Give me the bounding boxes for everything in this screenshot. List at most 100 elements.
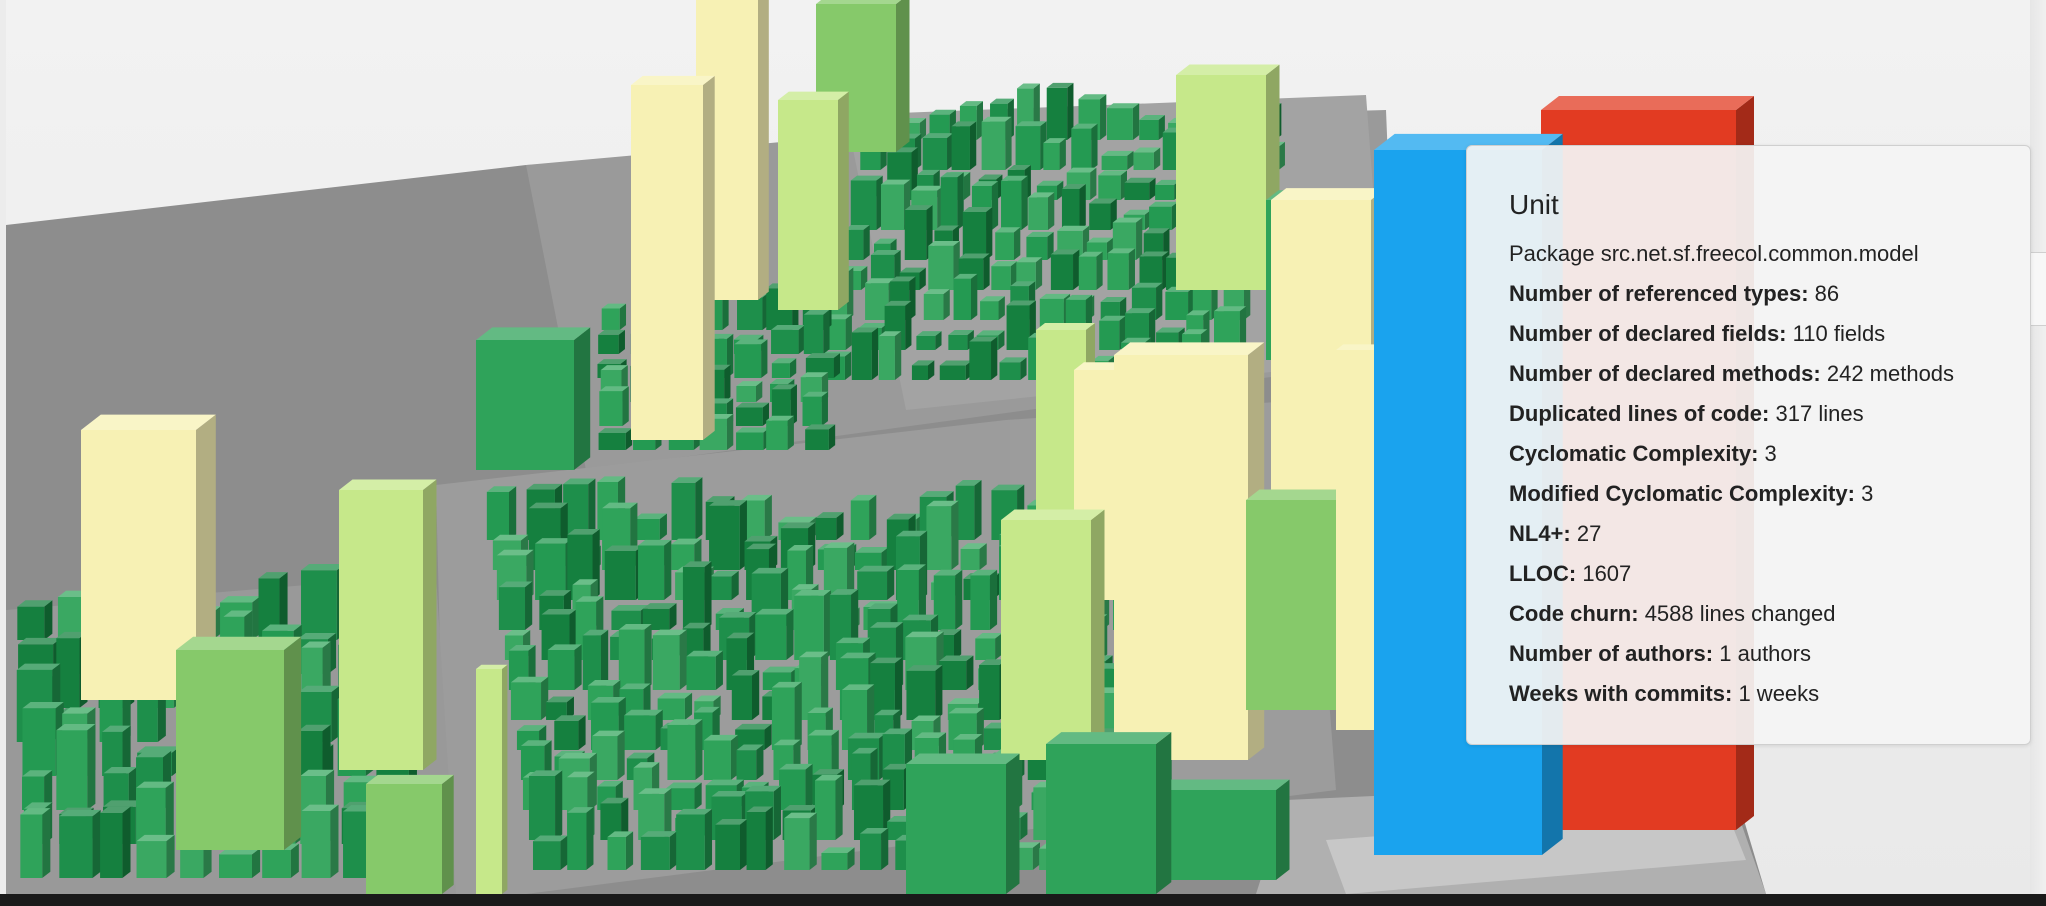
small-building-front xyxy=(301,570,337,640)
small-building-front xyxy=(634,519,660,540)
small-building-side xyxy=(821,391,828,426)
small-building-side xyxy=(704,561,712,630)
small-building-side xyxy=(740,819,748,870)
small-building-front xyxy=(991,266,1011,290)
tooltip-metric-row: NL4+: 27 xyxy=(1509,514,1990,554)
tall-building-top xyxy=(1246,489,1350,500)
small-building-side xyxy=(704,808,713,870)
small-building-front xyxy=(262,849,291,878)
tooltip-metric-row: LLOC: 1607 xyxy=(1509,554,1990,594)
tooltip-metric-label: LLOC: xyxy=(1509,561,1577,586)
tall-building-side xyxy=(896,0,910,152)
small-building-front xyxy=(56,730,88,810)
tall-building-side xyxy=(758,0,769,300)
tall-building-front xyxy=(476,669,502,894)
small-building-front xyxy=(802,396,822,426)
tooltip-title: Unit xyxy=(1509,189,1559,220)
small-building-side xyxy=(1128,248,1135,290)
small-building-side xyxy=(773,785,782,840)
small-building-side xyxy=(555,770,563,840)
small-building-front xyxy=(1099,320,1120,350)
small-building-front xyxy=(709,505,740,570)
small-building-front xyxy=(618,629,645,690)
tooltip-metric-label: Modified Cyclomatic Complexity: xyxy=(1509,481,1855,506)
tall-building-top xyxy=(1156,779,1290,790)
small-building-side xyxy=(943,289,950,320)
tooltip-metric-row: Code churn: 4588 lines changed xyxy=(1509,594,1990,634)
small-building-front xyxy=(784,818,810,870)
small-building-side xyxy=(122,806,131,878)
small-building-front xyxy=(923,294,944,320)
small-building-front xyxy=(805,429,829,450)
tooltip-metric-label: Code churn: xyxy=(1509,601,1639,626)
tall-building-top xyxy=(476,664,508,669)
small-building-side xyxy=(92,809,101,878)
small-building-front xyxy=(731,675,753,720)
tall-building-side xyxy=(1006,753,1020,894)
small-building-front xyxy=(100,812,123,878)
tall-building-top xyxy=(1046,732,1172,744)
small-building-side xyxy=(1079,184,1086,230)
small-building-side xyxy=(87,724,96,810)
unit-info-tooltip: Unit Package src.net.sf.freecol.common.m… xyxy=(1466,145,2031,745)
small-building-front xyxy=(22,708,56,776)
small-building-front xyxy=(671,482,696,540)
small-building-front xyxy=(20,814,43,878)
tall-building-top xyxy=(81,414,216,430)
small-building-side xyxy=(644,624,652,690)
small-building-side xyxy=(983,253,990,290)
small-building-side xyxy=(165,781,174,844)
small-building-front xyxy=(735,407,763,426)
tall-building-top xyxy=(816,0,902,4)
small-building-side xyxy=(1136,217,1143,260)
tooltip-metric-label: NL4+: xyxy=(1509,521,1571,546)
small-building-front xyxy=(815,517,837,540)
tooltip-metric-value: 110 fields xyxy=(1792,321,1886,346)
small-building-front xyxy=(755,614,787,660)
tall-building-front xyxy=(339,490,423,770)
small-building-side xyxy=(1278,141,1285,170)
small-building-front xyxy=(814,780,836,840)
small-building-side xyxy=(617,730,625,780)
tall-building-top xyxy=(1001,509,1105,520)
small-building-side xyxy=(1156,282,1163,320)
small-building-front xyxy=(598,432,626,450)
tall-building-side xyxy=(703,75,715,441)
tall-building-front xyxy=(366,784,442,894)
tall-building-front xyxy=(1246,500,1336,710)
small-building-front xyxy=(962,211,987,260)
small-building-side xyxy=(787,415,794,450)
tall-building-top xyxy=(476,327,591,340)
city-viewport[interactable]: Unit Package src.net.sf.freecol.common.m… xyxy=(6,0,2046,894)
small-building-front xyxy=(1133,152,1154,170)
small-building-side xyxy=(508,486,517,540)
tooltip-metric-label: Number of authors: xyxy=(1509,641,1714,666)
small-building-front xyxy=(137,693,158,742)
tall-building-top xyxy=(366,774,454,784)
small-building-side xyxy=(951,500,959,570)
small-building-front xyxy=(857,571,888,600)
small-building-side xyxy=(986,207,993,260)
small-building-front xyxy=(1078,256,1097,290)
small-building-side xyxy=(764,494,772,540)
tooltip-metric-label: Number of declared methods: xyxy=(1509,361,1821,386)
small-building-front xyxy=(510,682,542,720)
tooltip-metrics-list: Number of referenced types: 86 Number of … xyxy=(1509,274,1990,714)
small-building-front xyxy=(1124,182,1150,200)
tooltip-metric-value: 1607 xyxy=(1582,561,1632,586)
small-building-front xyxy=(676,814,705,870)
small-building-front xyxy=(794,595,824,660)
small-building-front xyxy=(1101,155,1128,170)
small-building-front xyxy=(1001,180,1022,230)
tooltip-subtitle: Package src.net.sf.freecol.common.model xyxy=(1509,241,1919,266)
small-building-front xyxy=(59,816,93,878)
small-building-side xyxy=(871,327,879,380)
small-building-front xyxy=(926,506,952,570)
small-building-front xyxy=(771,363,790,378)
tall-building-top xyxy=(1271,188,1387,200)
tall-building-front xyxy=(778,100,838,310)
small-building-side xyxy=(761,339,768,378)
small-building-front xyxy=(960,548,980,570)
small-building-front xyxy=(746,812,766,870)
small-building-front xyxy=(598,334,619,354)
